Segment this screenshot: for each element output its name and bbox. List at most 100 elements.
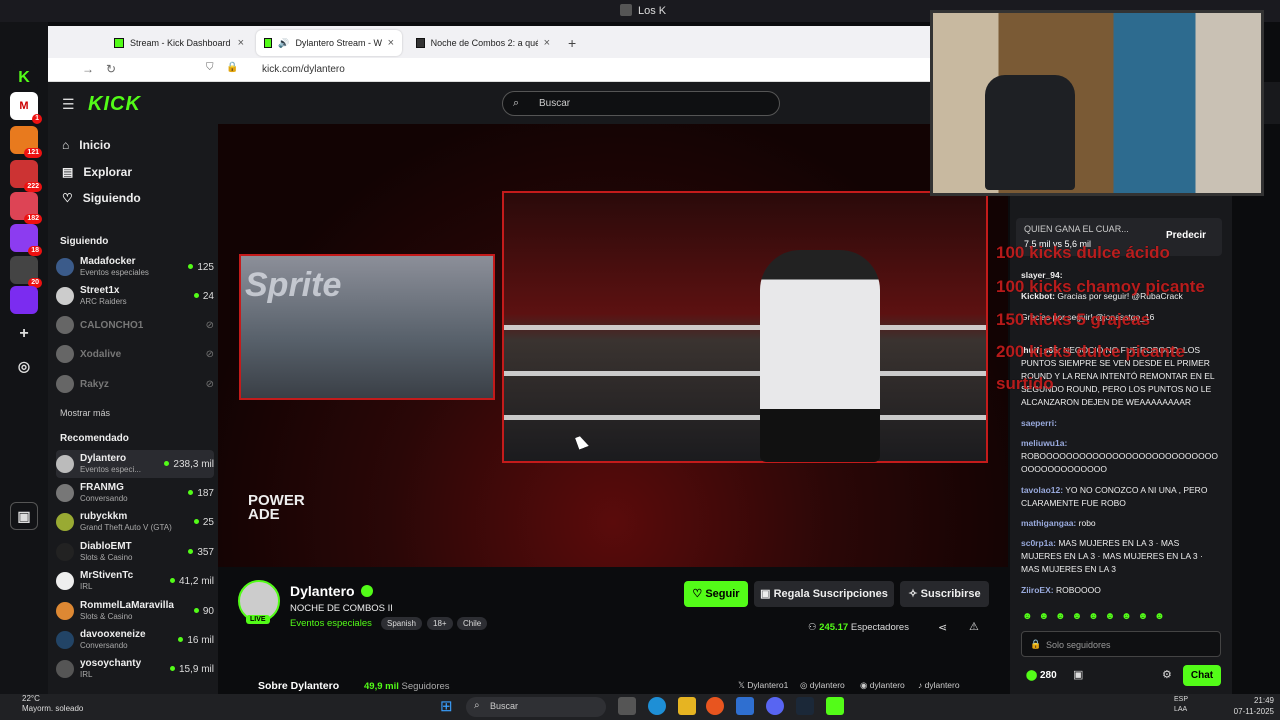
kick-favicon-icon bbox=[264, 38, 273, 48]
gift-subs-button[interactable]: ▣ Regala Suscripciones bbox=[754, 581, 894, 607]
instagram-icon: ◎ bbox=[800, 680, 810, 690]
sidebar-channel-street1x[interactable]: Street1x ARC Raiders 24 bbox=[56, 282, 214, 310]
tag-age[interactable]: 18+ bbox=[427, 617, 453, 630]
firefox-icon[interactable] bbox=[706, 697, 724, 715]
ring-camera-feed bbox=[502, 191, 988, 463]
tag-country[interactable]: Chile bbox=[457, 617, 488, 630]
chat-send-button[interactable]: Chat bbox=[1183, 665, 1221, 686]
file-explorer-icon[interactable] bbox=[678, 697, 696, 715]
tag-language[interactable]: Spanish bbox=[381, 617, 422, 630]
sidebar-channel-madafocker[interactable]: Madafocker Eventos especiales 125 bbox=[56, 253, 214, 281]
gmail-dock-icon[interactable]: M1 bbox=[10, 92, 42, 124]
sidebar-toggle-icon[interactable]: ▣ bbox=[10, 502, 38, 530]
avatar bbox=[56, 375, 74, 393]
sidebar-rec-rommellamaravilla[interactable]: RommelLaMaravilla Slots & Casino 90 bbox=[56, 597, 214, 625]
settings-dock-icon[interactable]: ◎ bbox=[10, 352, 38, 380]
sidebar-channel-rakyz[interactable]: Rakyz ⊘ bbox=[56, 370, 214, 398]
lock-icon[interactable]: 🔒 bbox=[226, 62, 238, 73]
sidebar-rec-diabloemt[interactable]: DiabloEMT Slots & Casino 357 bbox=[56, 538, 214, 566]
streamer-camera bbox=[930, 10, 1264, 196]
taskbar-search[interactable]: ⌕ Buscar bbox=[466, 697, 606, 717]
forward-icon[interactable]: → bbox=[82, 62, 94, 76]
predict-button[interactable]: Predecir bbox=[1166, 230, 1206, 241]
social-tiktok-link[interactable]: ♪ dylantero bbox=[918, 680, 960, 690]
chat-input[interactable]: 🔒 Solo seguidores bbox=[1021, 631, 1221, 657]
social-discord-link[interactable]: ◉ dylantero bbox=[860, 680, 905, 691]
report-icon[interactable]: ⚠ bbox=[969, 620, 979, 633]
streamer-name[interactable]: Dylantero bbox=[290, 583, 373, 599]
avatar bbox=[56, 660, 74, 678]
store-icon[interactable] bbox=[736, 697, 754, 715]
kick-favicon-icon bbox=[114, 38, 124, 48]
system-clock[interactable]: 21:49 07-11-2025 bbox=[1226, 695, 1274, 717]
follower-count: 49,9 mil Seguidores bbox=[364, 681, 450, 692]
tab-dashboard[interactable]: Stream - Kick Dashboard × bbox=[106, 30, 252, 56]
sidebar-rec-davooxeneize[interactable]: davooxeneize Conversando 16 mil bbox=[56, 626, 214, 654]
app-dock-icon-4[interactable]: 20 bbox=[10, 256, 42, 288]
shield-icon[interactable]: ⛉ bbox=[206, 62, 214, 73]
new-tab-button[interactable]: + bbox=[560, 30, 582, 56]
windows-start-icon[interactable]: ⊞ bbox=[440, 697, 458, 715]
language-indicator[interactable]: ESP LAA bbox=[1174, 695, 1188, 715]
avatar bbox=[56, 572, 74, 590]
tab-noche-combos[interactable]: Noche de Combos 2: a qué hora× bbox=[408, 30, 558, 56]
url-field[interactable]: kick.com/dylantero bbox=[262, 64, 345, 75]
sidebar-rec-dylantero[interactable]: Dylantero Eventos especi... 238,3 mil bbox=[56, 450, 214, 478]
twitch-dock-icon[interactable]: 18 bbox=[10, 224, 42, 256]
nav-inicio[interactable]: ⌂ Inicio bbox=[62, 138, 111, 152]
close-icon[interactable]: × bbox=[238, 37, 244, 49]
social-x-link[interactable]: 𝕏 Dylantero1 bbox=[738, 680, 788, 691]
ring-rope bbox=[504, 325, 986, 330]
chat-message: saeperri: bbox=[1021, 418, 1057, 428]
close-icon[interactable]: × bbox=[388, 37, 394, 49]
nav-explorar[interactable]: ▤ Explorar bbox=[62, 165, 132, 179]
overlay-text: 100 kicks dulce ácido bbox=[996, 243, 1170, 262]
speaker-icon: 🔊 bbox=[278, 37, 290, 48]
task-view-icon[interactable] bbox=[618, 697, 636, 715]
sidebar-rec-franmg[interactable]: FRANMG Conversando 187 bbox=[56, 479, 214, 507]
nav-siguiendo[interactable]: ♡ Siguiendo bbox=[62, 191, 141, 205]
add-icon[interactable]: + bbox=[10, 320, 38, 348]
show-more-link[interactable]: Mostrar más bbox=[60, 408, 110, 418]
app-dock-icon-3[interactable]: 182 bbox=[10, 192, 42, 224]
tab-dylantero[interactable]: 🔊Dylantero Stream - Watch L× bbox=[256, 30, 402, 56]
channel-points[interactable]: ⬤ 280 bbox=[1026, 670, 1057, 681]
viewer-count: ⚇ 245.17 Espectadores bbox=[808, 622, 909, 633]
sidebar-channel-xodalive[interactable]: Xodalive ⊘ bbox=[56, 340, 214, 368]
sidebar-rec-mrstiventc[interactable]: MrStivenTc IRL 41,2 mil bbox=[56, 567, 214, 595]
sidebar-rec-yosoychanty[interactable]: yosoychanty IRL 15,9 mil bbox=[56, 655, 214, 683]
app-dock-icon-1[interactable]: 121 bbox=[10, 126, 42, 158]
search-input[interactable]: ⌕ Buscar bbox=[502, 91, 780, 116]
share-icon[interactable]: ⋖ bbox=[938, 621, 947, 634]
sidebar-channel-caloncho1[interactable]: CALONCHO1 ⊘ bbox=[56, 311, 214, 339]
ring-rope bbox=[504, 371, 986, 376]
weather-widget[interactable]: 22°C Mayorm. soleado bbox=[22, 694, 83, 714]
emote-bar[interactable]: ☻☻☻☻☻☻☻☻☻ bbox=[1022, 611, 1171, 622]
follow-button[interactable]: ♡ Seguir bbox=[684, 581, 748, 607]
social-instagram-link[interactable]: ◎ dylantero bbox=[800, 680, 845, 691]
app-dock-icon-2[interactable]: 222 bbox=[10, 160, 42, 192]
edge-icon[interactable] bbox=[648, 697, 666, 715]
avatar bbox=[56, 287, 74, 305]
app-dock-icon-5[interactable] bbox=[10, 286, 38, 314]
boxer-figure bbox=[760, 250, 880, 462]
kick-taskbar-icon[interactable] bbox=[826, 697, 844, 715]
gear-icon[interactable]: ⚙ bbox=[1162, 668, 1172, 681]
heart-icon: ♡ bbox=[692, 588, 706, 600]
reload-icon[interactable]: ↻ bbox=[106, 62, 116, 76]
points-icon: ⬤ bbox=[1026, 670, 1040, 681]
close-icon[interactable]: × bbox=[544, 37, 550, 49]
menu-icon[interactable]: ☰ bbox=[62, 96, 75, 113]
kick-dock-icon[interactable]: K bbox=[10, 64, 38, 92]
stream-category[interactable]: Eventos especiales bbox=[290, 618, 372, 629]
subscribe-button[interactable]: ✧ Suscribirse bbox=[900, 581, 989, 607]
overlay-text: surtido bbox=[996, 374, 1054, 393]
gift-icon[interactable]: ▣ bbox=[1073, 668, 1083, 681]
compass-icon: ▤ bbox=[62, 165, 74, 179]
sidebar-rec-rubyckkm[interactable]: rubyckkm Grand Theft Auto V (GTA) 25 bbox=[56, 508, 214, 536]
steam-icon[interactable] bbox=[796, 697, 814, 715]
live-badge: LIVE bbox=[246, 615, 270, 624]
offline-icon: ⊘ bbox=[205, 319, 214, 331]
discord-taskbar-icon[interactable] bbox=[766, 697, 784, 715]
kick-logo[interactable]: KICK bbox=[88, 93, 141, 116]
